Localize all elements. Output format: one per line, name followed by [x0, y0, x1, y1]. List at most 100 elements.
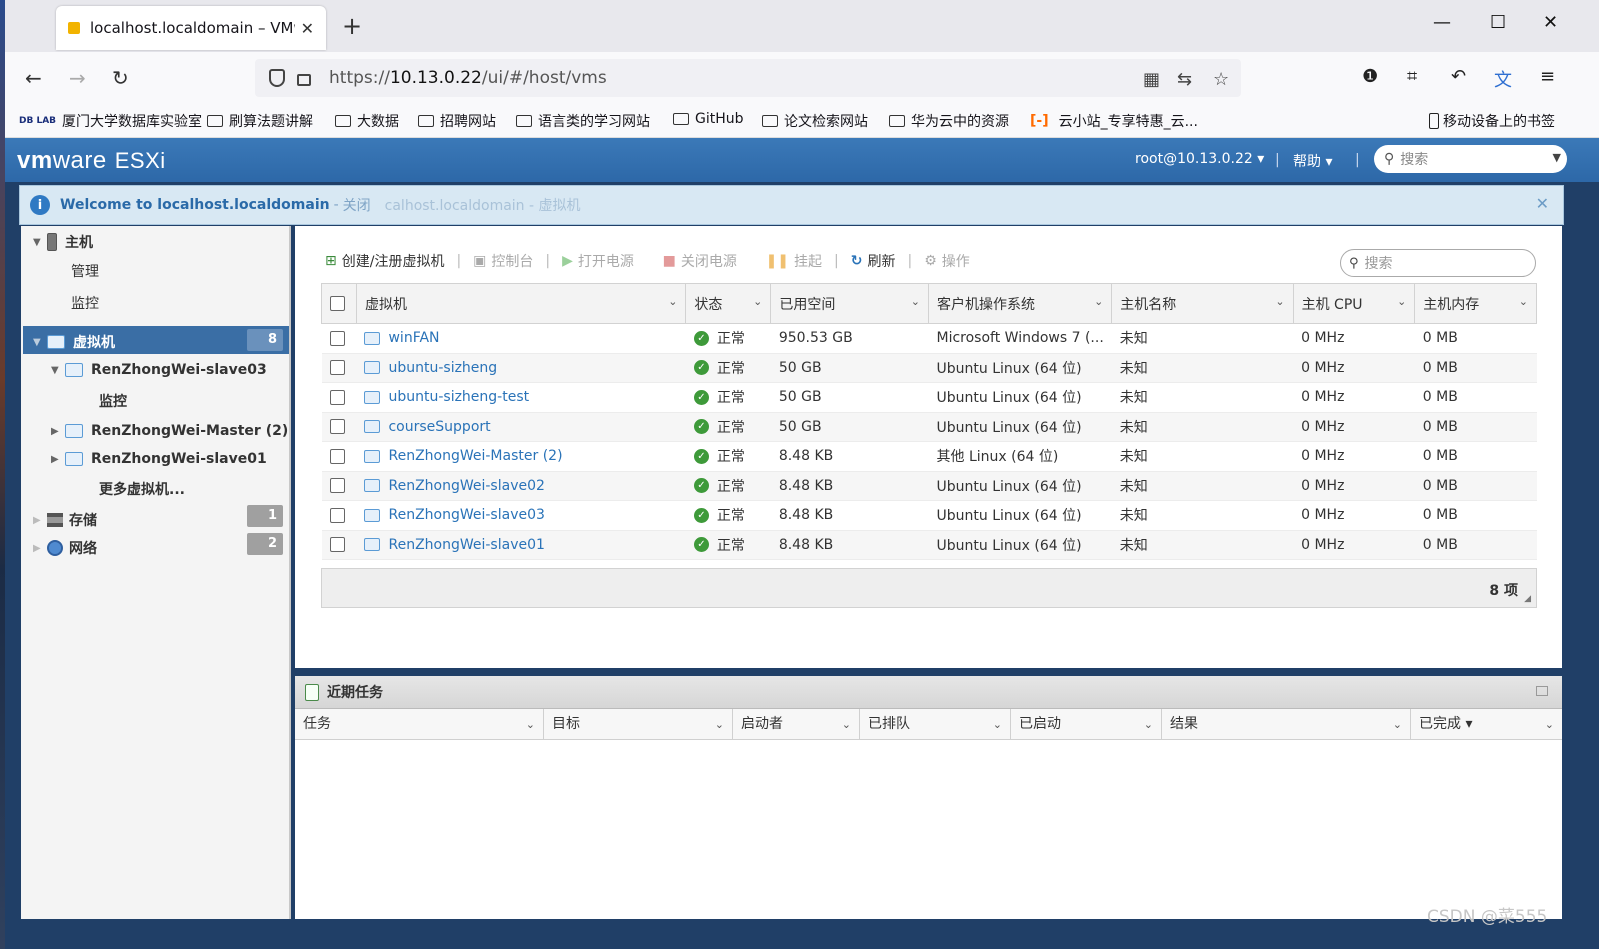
shield-icon[interactable]: [269, 69, 285, 87]
suspend-button[interactable]: ❚❚ 挂起: [766, 251, 822, 271]
chevron-down-icon[interactable]: ⌄: [1545, 709, 1554, 740]
table-row[interactable]: courseSupport ✓ 正常 50 GB Ubuntu Linux (64…: [321, 412, 1537, 442]
maximize-panel-icon[interactable]: [1536, 686, 1548, 696]
column-header[interactable]: 主机名称 ⌄: [1111, 283, 1294, 324]
url-text[interactable]: https://10.13.0.22/ui/#/host/vms: [329, 68, 607, 88]
bookmark-item[interactable]: 论文检索网站: [762, 111, 868, 131]
nav-host-manage[interactable]: 管理: [71, 261, 99, 281]
extension-badge-icon[interactable]: ❶: [1362, 66, 1378, 87]
minimize-icon[interactable]: —: [1433, 12, 1451, 33]
nav-host[interactable]: ▼ 主机: [33, 232, 93, 252]
translate-ext-icon[interactable]: 文: [1494, 66, 1512, 92]
table-row[interactable]: ubuntu-sizheng ✓ 正常 50 GB Ubuntu Linux (6…: [321, 353, 1537, 383]
row-checkbox[interactable]: [329, 507, 345, 523]
power-off-button[interactable]: ■ 关闭电源: [663, 251, 737, 271]
power-on-button[interactable]: ▶ 打开电源: [562, 251, 634, 271]
collapse-icon[interactable]: ▼: [33, 237, 47, 248]
back-icon[interactable]: ←: [25, 66, 42, 90]
vm-name-link[interactable]: RenZhongWei-slave02: [364, 478, 677, 494]
create-vm-button[interactable]: ⊞ 创建/注册虚拟机: [325, 251, 444, 271]
reload-icon[interactable]: ↻: [112, 66, 129, 90]
vm-name-link[interactable]: courseSupport: [364, 419, 677, 435]
forward-icon[interactable]: →: [69, 66, 86, 90]
column-header[interactable]: 结果 ⌄: [1162, 709, 1411, 740]
banner-close-link[interactable]: 关闭: [343, 195, 371, 215]
row-checkbox[interactable]: [329, 537, 345, 553]
browser-tab[interactable]: localhost.localdomain – VMw ✕: [56, 6, 326, 50]
bookmark-item[interactable]: GitHub: [673, 111, 744, 127]
actions-button[interactable]: ⚙ 操作: [924, 251, 970, 271]
bookmark-item[interactable]: 刷算法题讲解: [207, 111, 313, 131]
chevron-down-icon[interactable]: ▼: [1553, 151, 1561, 164]
column-header[interactable]: 主机 CPU ⌄: [1292, 283, 1416, 324]
column-header[interactable]: 任务 ⌄: [295, 709, 544, 740]
expand-icon[interactable]: ▶: [33, 543, 47, 554]
table-row[interactable]: ubuntu-sizheng-test ✓ 正常 50 GB Ubuntu Lin…: [321, 382, 1537, 413]
table-row[interactable]: RenZhongWei-slave01 ✓ 正常 8.48 KB Ubuntu L…: [321, 530, 1537, 560]
nav-storage[interactable]: ▶ 存储: [33, 510, 97, 530]
column-header[interactable]: 客户机操作系统 ⌄: [927, 283, 1113, 324]
expand-icon[interactable]: ▶: [51, 454, 65, 465]
column-header[interactable]: 启动者 ⌄: [733, 709, 860, 740]
row-checkbox[interactable]: [329, 448, 345, 464]
column-header[interactable]: 主机内存 ⌄: [1414, 283, 1537, 324]
bookmark-item[interactable]: [-] 云小站_专享特惠_云...: [1030, 111, 1198, 131]
url-bar[interactable]: https://10.13.0.22/ui/#/host/vms ▦ ⇆ ☆: [255, 59, 1241, 97]
nav-vm-item[interactable]: ▶ RenZhongWei-Master (2): [51, 423, 288, 439]
vm-name-link[interactable]: winFAN: [364, 330, 677, 346]
crop-icon[interactable]: ⌗: [1407, 66, 1417, 87]
qr-code-icon[interactable]: ▦: [1143, 69, 1160, 90]
nav-vm-item[interactable]: ▼ RenZhongWei-slave03: [51, 362, 267, 378]
nav-more-vms[interactable]: 更多虚拟机...: [99, 479, 185, 499]
translate-icon[interactable]: ⇆: [1177, 69, 1192, 90]
table-row[interactable]: RenZhongWei-Master (2) ✓ 正常 8.48 KB 其他 Li…: [321, 441, 1537, 472]
nav-vm-item[interactable]: ▶ RenZhongWei-slave01: [51, 451, 267, 467]
vm-name-link[interactable]: RenZhongWei-slave03: [364, 507, 677, 523]
nav-network[interactable]: ▶ 网络: [33, 538, 97, 558]
bookmark-item[interactable]: DB LAB 厦门大学数据库实验室: [19, 111, 202, 131]
expand-icon[interactable]: ▶: [33, 515, 47, 526]
row-checkbox[interactable]: [329, 478, 345, 494]
bookmark-item[interactable]: 华为云中的资源: [889, 111, 1009, 131]
lock-icon[interactable]: [297, 74, 311, 86]
refresh-button[interactable]: ↻ 刷新: [851, 251, 896, 271]
chevron-down-icon[interactable]: ⌄: [715, 709, 724, 740]
expand-icon[interactable]: ▶: [51, 426, 65, 437]
column-header[interactable]: 已完成 ▾ ⌄: [1411, 709, 1562, 740]
help-menu[interactable]: 帮助 ▾: [1293, 151, 1332, 171]
close-window-icon[interactable]: ✕: [1543, 12, 1558, 33]
table-row[interactable]: RenZhongWei-slave02 ✓ 正常 8.48 KB Ubuntu L…: [321, 471, 1537, 501]
chevron-down-icon[interactable]: ⌄: [668, 295, 677, 308]
row-checkbox[interactable]: [329, 360, 345, 376]
column-header[interactable]: 状态 ⌄: [685, 283, 772, 324]
chevron-down-icon[interactable]: ⌄: [911, 295, 920, 308]
table-row[interactable]: RenZhongWei-slave03 ✓ 正常 8.48 KB Ubuntu L…: [321, 500, 1537, 531]
menu-icon[interactable]: ≡: [1540, 66, 1555, 87]
undo-icon[interactable]: ↶: [1451, 66, 1466, 87]
column-header[interactable]: 已用空间 ⌄: [770, 283, 929, 324]
select-all-header[interactable]: [321, 283, 357, 324]
collapse-icon[interactable]: ▼: [33, 337, 47, 348]
chevron-down-icon[interactable]: ⌄: [1393, 709, 1402, 740]
vm-name-link[interactable]: ubuntu-sizheng-test: [364, 389, 677, 405]
resize-grip-icon[interactable]: ◢: [1524, 594, 1531, 604]
row-checkbox[interactable]: [329, 419, 345, 435]
bookmark-item[interactable]: 大数据: [335, 111, 399, 131]
mobile-bookmarks[interactable]: 移动设备上的书签: [1429, 111, 1555, 131]
collapse-icon[interactable]: ▼: [51, 365, 65, 376]
banner-close-icon[interactable]: ✕: [1536, 194, 1549, 213]
console-button[interactable]: ▣ 控制台: [473, 251, 533, 271]
maximize-icon[interactable]: ☐: [1490, 12, 1506, 33]
table-row[interactable]: winFAN ✓ 正常 950.53 GB Microsoft Windows 7…: [321, 323, 1537, 354]
column-header[interactable]: 已排队 ⌄: [860, 709, 1011, 740]
chevron-down-icon[interactable]: ⌄: [526, 709, 535, 740]
row-checkbox[interactable]: [329, 330, 345, 346]
select-all-checkbox[interactable]: [330, 296, 345, 311]
header-search-input[interactable]: ⚲ 搜索 ▼: [1374, 145, 1567, 173]
tab-close-icon[interactable]: ✕: [301, 19, 314, 38]
new-tab-icon[interactable]: +: [342, 12, 362, 40]
chevron-down-icon[interactable]: ⌄: [1397, 295, 1406, 308]
user-menu[interactable]: root@10.13.0.22 ▾: [1135, 151, 1264, 167]
chevron-down-icon[interactable]: ⌄: [1144, 709, 1153, 740]
nav-host-monitor[interactable]: 监控: [71, 293, 99, 313]
